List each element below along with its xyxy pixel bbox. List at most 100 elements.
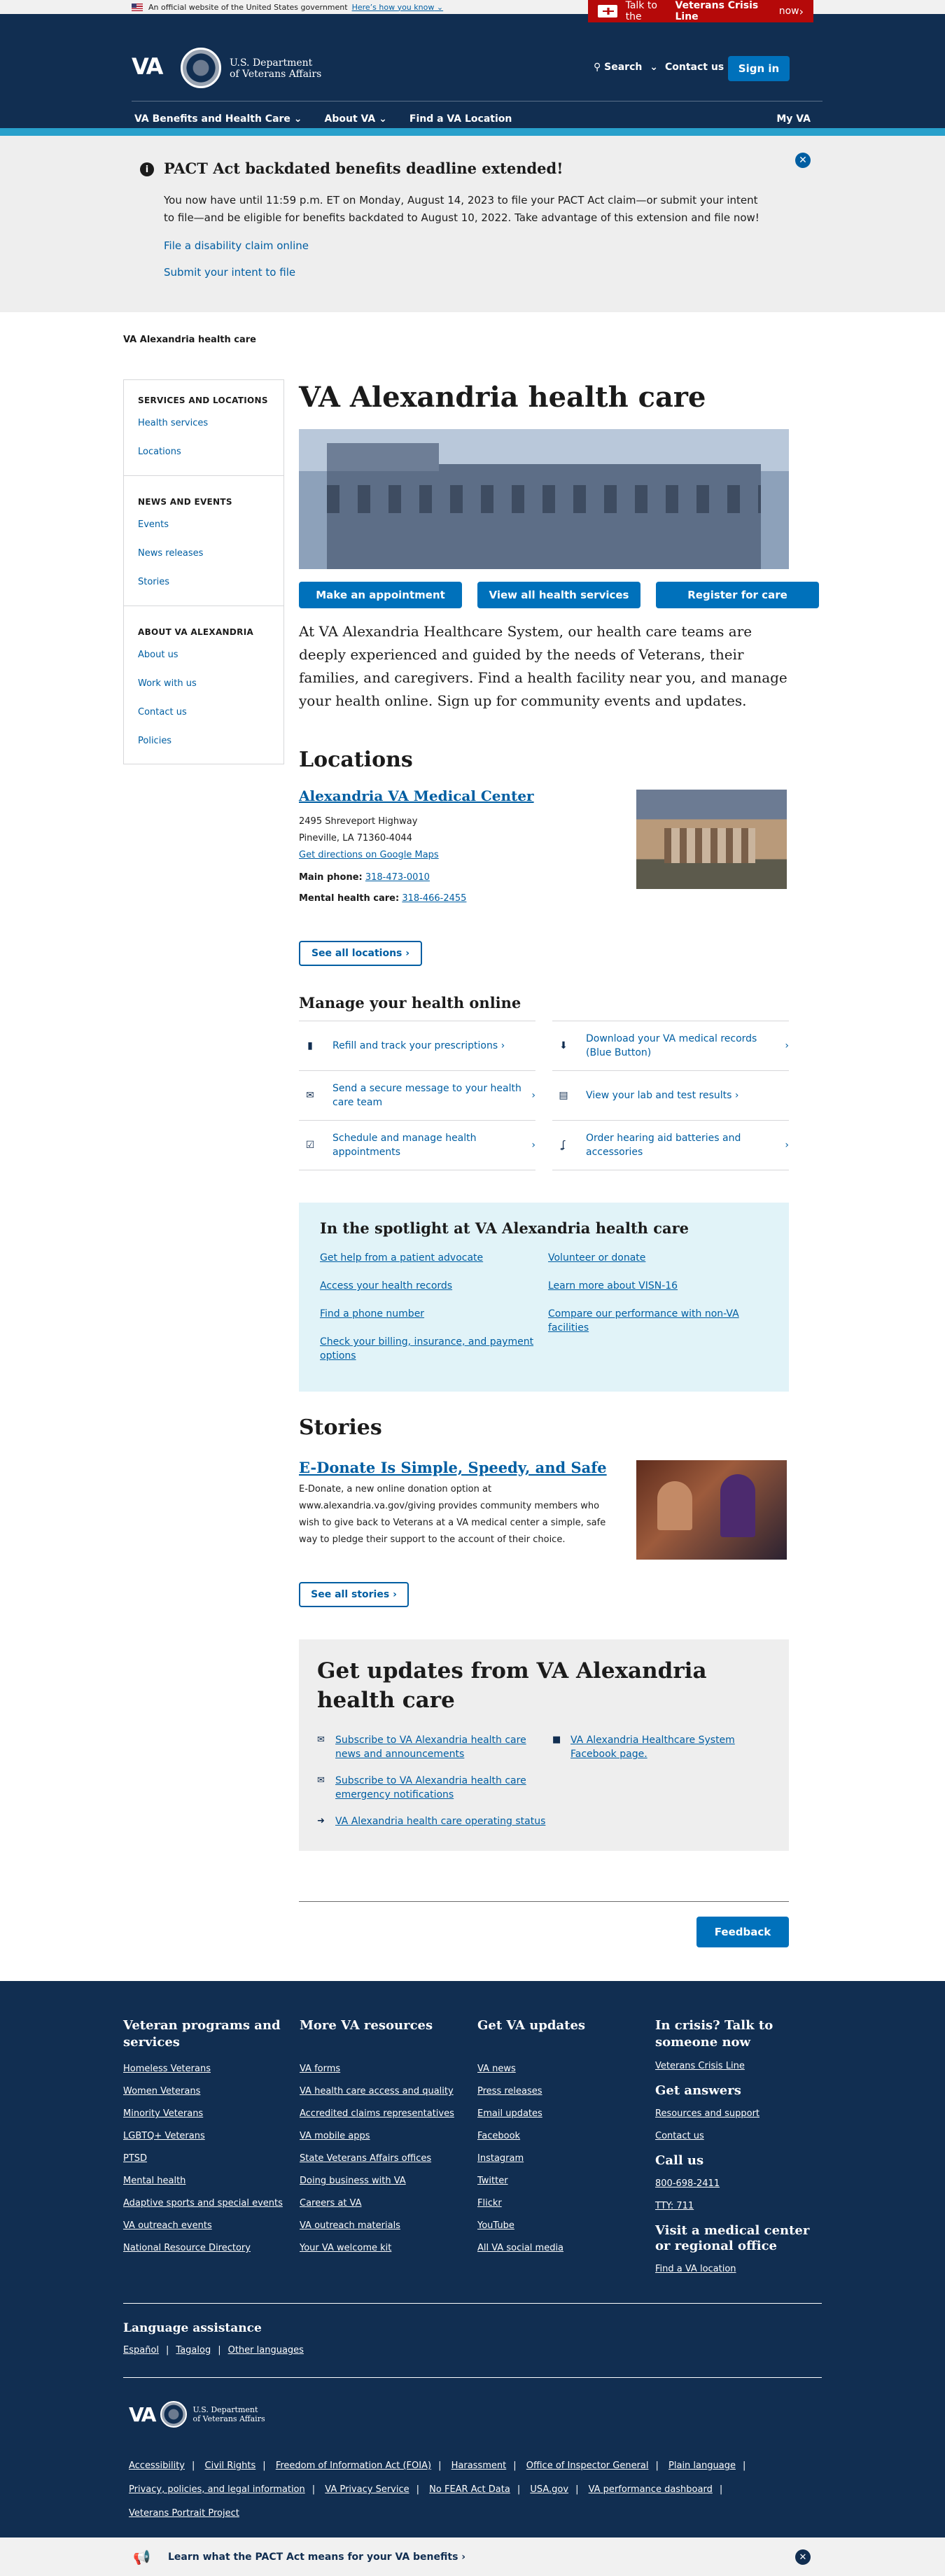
pact-link[interactable]: Learn what the PACT Act means for your V… [168, 2552, 465, 2563]
sidebar-item-events[interactable]: Events [138, 519, 270, 530]
footer-link[interactable]: Flickr [477, 2198, 638, 2208]
legal-link[interactable]: Office of Inspector General [526, 2460, 649, 2471]
search-button[interactable]: ⚲ Search ⌄ [594, 62, 658, 73]
manage-item[interactable]: ✉ Send a secure message to your health ca… [299, 1070, 536, 1121]
how-you-know-link[interactable]: Here’s how you know ⌄ [352, 3, 444, 12]
sidebar-item-work[interactable]: Work with us [138, 678, 270, 689]
tty-link[interactable]: TTY: 711 [655, 2201, 816, 2211]
manage-item[interactable]: ▮ Refill and track your prescriptions › [299, 1021, 536, 1071]
file-claim-link[interactable]: File a disability claim online [164, 239, 309, 252]
footer-link[interactable]: VA forms [300, 2064, 461, 2074]
sidebar-item-locations[interactable]: Locations [138, 447, 270, 457]
see-all-locations-button[interactable]: See all locations › [299, 941, 422, 966]
manage-item[interactable]: ⬇ Download your VA medical records (Blue … [552, 1021, 789, 1071]
lang-spanish[interactable]: Español [123, 2345, 159, 2356]
spotlight-link[interactable]: Find a phone number [320, 1307, 548, 1321]
footer-link[interactable]: VA outreach materials [300, 2220, 461, 2231]
make-appointment-button[interactable]: Make an appointment [299, 582, 462, 608]
spotlight-link[interactable]: Check your billing, insurance, and payme… [320, 1335, 548, 1363]
footer-link[interactable]: Your VA welcome kit [300, 2243, 461, 2253]
contact-us-link[interactable]: Contact us [665, 62, 724, 73]
footer-link[interactable]: Mental health [123, 2176, 284, 2186]
spotlight-link[interactable]: Volunteer or donate [548, 1251, 758, 1265]
close-icon[interactable]: ✕ [795, 153, 811, 168]
sidebar-item-news[interactable]: News releases [138, 548, 270, 559]
manage-item[interactable]: ▤ View your lab and test results › [552, 1070, 789, 1121]
footer-link[interactable]: Contact us [655, 2131, 816, 2141]
footer-link[interactable]: Homeless Veterans [123, 2064, 284, 2074]
footer-link[interactable]: Instagram [477, 2153, 638, 2164]
updates-item[interactable]: ■ VA Alexandria Healthcare System Faceboo… [552, 1733, 769, 1761]
spotlight-link[interactable]: Get help from a patient advocate [320, 1251, 548, 1265]
manage-item[interactable]: ʆ Order hearing aid batteries and accesso… [552, 1120, 789, 1170]
legal-link[interactable]: Civil Rights [205, 2460, 256, 2471]
register-button[interactable]: Register for care [656, 582, 819, 608]
crisis-line-button[interactable]: Talk to the Veterans Crisis Line now › [588, 0, 813, 22]
footer-link[interactable]: VA mobile apps [300, 2131, 461, 2141]
legal-link[interactable]: VA performance dashboard [589, 2484, 713, 2495]
sidebar-item-stories[interactable]: Stories [138, 577, 270, 587]
mental-phone-link[interactable]: 318-466-2455 [402, 893, 466, 904]
updates-item[interactable]: ➜ VA Alexandria health care operating sta… [317, 1814, 552, 1828]
legal-link[interactable]: Accessibility [129, 2460, 185, 2471]
footer-link[interactable]: VA health care access and quality [300, 2086, 461, 2096]
legal-link[interactable]: VA Privacy Service [325, 2484, 409, 2495]
footer-logo[interactable]: VA U.S. Department of Veterans Affairs [129, 2401, 265, 2428]
footer-link[interactable]: National Resource Directory [123, 2243, 284, 2253]
intent-to-file-link[interactable]: Submit your intent to file [164, 266, 295, 279]
footer-link[interactable]: Minority Veterans [123, 2108, 284, 2119]
close-icon[interactable]: ✕ [795, 2549, 811, 2565]
footer-link[interactable]: Resources and support [655, 2108, 816, 2119]
footer-link[interactable]: VA outreach events [123, 2220, 284, 2231]
footer-link[interactable]: Accredited claims representatives [300, 2108, 461, 2119]
legal-link[interactable]: Freedom of Information Act (FOIA) [276, 2460, 431, 2471]
spotlight-link[interactable]: Learn more about VISN-16 [548, 1279, 758, 1293]
sign-in-button[interactable]: Sign in [728, 56, 790, 81]
footer-link[interactable]: Twitter [477, 2176, 638, 2186]
breadcrumb[interactable]: VA Alexandria health care [123, 335, 256, 345]
legal-link[interactable]: No FEAR Act Data [429, 2484, 510, 2495]
footer-link[interactable]: YouTube [477, 2220, 638, 2231]
sidebar-item-policies[interactable]: Policies [138, 736, 270, 746]
legal-link[interactable]: Privacy, policies, and legal information [129, 2484, 305, 2495]
crisis-line-link[interactable]: Veterans Crisis Line [655, 2061, 816, 2071]
sidebar-item-about[interactable]: About us [138, 650, 270, 660]
footer-link[interactable]: Careers at VA [300, 2198, 461, 2208]
nav-about-va[interactable]: About VA ⌄ [325, 113, 387, 125]
footer-link[interactable]: All VA social media [477, 2243, 638, 2253]
nav-find-location[interactable]: Find a VA Location [410, 113, 512, 125]
lang-tagalog[interactable]: Tagalog [176, 2345, 211, 2356]
footer-link[interactable]: Women Veterans [123, 2086, 284, 2096]
sidebar-item-contact[interactable]: Contact us [138, 707, 270, 718]
footer-link[interactable]: Doing business with VA [300, 2176, 461, 2186]
spotlight-link[interactable]: Compare our performance with non-VA faci… [548, 1307, 758, 1335]
footer-link[interactable]: VA news [477, 2064, 638, 2074]
see-all-stories-button[interactable]: See all stories › [299, 1582, 409, 1607]
footer-link[interactable]: Adaptive sports and special events [123, 2198, 284, 2208]
facility-link[interactable]: Alexandria VA Medical Center [299, 788, 534, 804]
updates-item[interactable]: ✉ Subscribe to VA Alexandria health care … [317, 1733, 552, 1761]
sidebar-item-health-services[interactable]: Health services [138, 418, 270, 428]
footer-link[interactable]: Email updates [477, 2108, 638, 2119]
view-services-button[interactable]: View all health services [477, 582, 640, 608]
footer-link[interactable]: State Veterans Affairs offices [300, 2153, 461, 2164]
directions-link[interactable]: Get directions on Google Maps [299, 850, 439, 860]
footer-link[interactable]: LGBTQ+ Veterans [123, 2131, 284, 2141]
find-location-link[interactable]: Find a VA location [655, 2264, 816, 2274]
nav-benefits[interactable]: VA Benefits and Health Care ⌄ [134, 113, 302, 125]
phone-link[interactable]: 800-698-2411 [655, 2178, 816, 2189]
footer-link[interactable]: PTSD [123, 2153, 284, 2164]
feedback-button[interactable]: Feedback [696, 1917, 789, 1947]
nav-my-va[interactable]: My VA [776, 113, 811, 125]
lang-other[interactable]: Other languages [228, 2345, 304, 2356]
footer-link[interactable]: Press releases [477, 2086, 638, 2096]
spotlight-link[interactable]: Access your health records [320, 1279, 548, 1293]
updates-item[interactable]: ✉ Subscribe to VA Alexandria health care … [317, 1774, 552, 1802]
legal-link[interactable]: Harassment [451, 2460, 507, 2471]
legal-link[interactable]: Veterans Portrait Project [129, 2508, 239, 2519]
footer-link[interactable]: Facebook [477, 2131, 638, 2141]
legal-link[interactable]: Plain language [668, 2460, 736, 2471]
manage-item[interactable]: ☑ Schedule and manage health appointments… [299, 1120, 536, 1170]
legal-link[interactable]: USA.gov [530, 2484, 568, 2495]
main-phone-link[interactable]: 318-473-0010 [365, 872, 430, 883]
